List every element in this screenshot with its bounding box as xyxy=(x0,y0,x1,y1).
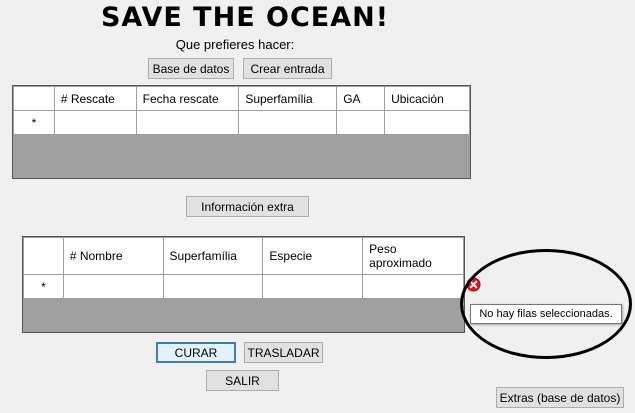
table-cell[interactable] xyxy=(53,110,137,135)
column-header-rescue-date[interactable]: Fecha rescate xyxy=(135,86,240,111)
table-cell[interactable] xyxy=(384,110,470,135)
exit-button[interactable]: SALIR xyxy=(206,370,279,391)
database-button[interactable]: Base de datos xyxy=(148,58,234,79)
column-header-species[interactable]: Especie xyxy=(262,237,364,275)
row-header-corner xyxy=(13,86,55,111)
column-header-name[interactable]: # Nombre xyxy=(62,237,164,275)
table-cell[interactable] xyxy=(262,274,364,299)
row-header-corner xyxy=(23,237,64,275)
prompt-text: Que prefieres hacer: xyxy=(175,37,295,52)
table-cell[interactable] xyxy=(362,274,464,299)
column-header-superfamily[interactable]: Superfamília xyxy=(162,237,264,275)
annotation-circle xyxy=(460,249,632,359)
table-cell[interactable] xyxy=(238,110,338,135)
species-grid[interactable]: # Nombre Superfamília Especie Peso aprox… xyxy=(22,236,465,333)
cure-button[interactable]: CURAR xyxy=(156,342,236,363)
column-header-ga[interactable]: GA xyxy=(336,86,386,111)
column-header-location[interactable]: Ubicación xyxy=(384,86,470,111)
table-cell[interactable] xyxy=(162,274,264,299)
table-cell[interactable] xyxy=(135,110,240,135)
app-title: SAVE THE OCEAN! xyxy=(100,2,390,33)
create-entry-button[interactable]: Crear entrada xyxy=(243,58,332,79)
table-row[interactable]: * xyxy=(13,110,470,135)
extra-info-button[interactable]: Información extra xyxy=(186,196,309,217)
table-cell[interactable] xyxy=(62,274,164,299)
column-header-superfamily[interactable]: Superfamília xyxy=(238,86,338,111)
rescue-grid-header: # Rescate Fecha rescate Superfamília GA … xyxy=(13,86,470,111)
table-row[interactable]: * xyxy=(23,274,464,299)
rescue-grid[interactable]: # Rescate Fecha rescate Superfamília GA … xyxy=(12,85,471,179)
extras-database-button[interactable]: Extras (base de datos) xyxy=(496,387,624,408)
transfer-button[interactable]: TRASLADAR xyxy=(244,342,323,363)
species-grid-header: # Nombre Superfamília Especie Peso aprox… xyxy=(23,237,464,275)
new-row-marker: * xyxy=(13,110,55,135)
table-cell[interactable] xyxy=(336,110,386,135)
column-header-approx-weight[interactable]: Peso aproximado xyxy=(362,237,464,275)
new-row-marker: * xyxy=(23,274,64,299)
column-header-rescue-number[interactable]: # Rescate xyxy=(53,86,137,111)
